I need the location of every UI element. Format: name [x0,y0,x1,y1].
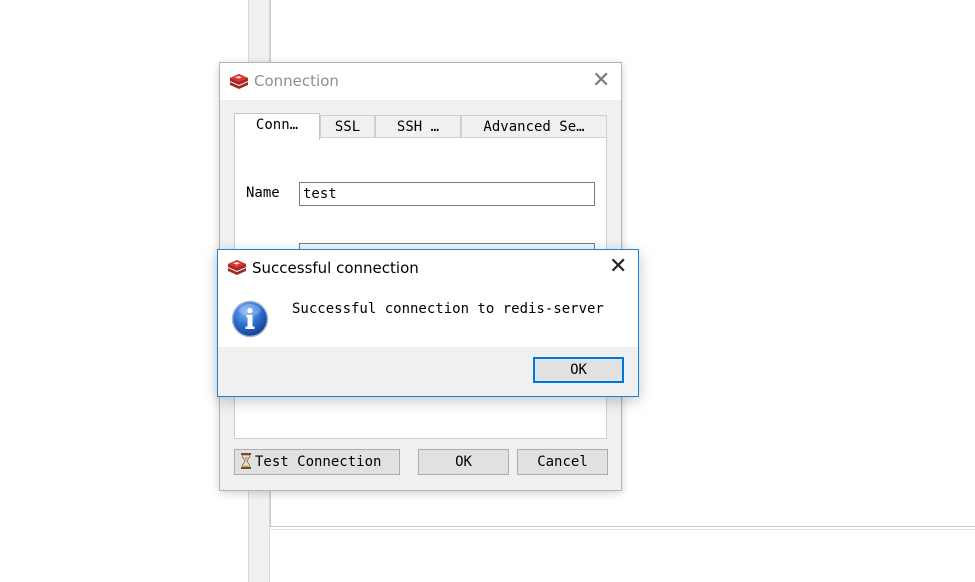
tab-ssh[interactable]: SSH … [375,115,461,138]
success-dialog-footer: OK [218,347,638,396]
connection-window-title: Connection [254,72,339,90]
tab-advanced-settings[interactable]: Advanced Se… [461,115,607,138]
connection-titlebar: Connection ✕ [220,63,621,100]
connection-cancel-button[interactable]: Cancel [517,449,608,475]
name-input[interactable] [299,182,595,206]
success-dialog-title: Successful connection [252,259,419,277]
test-connection-button[interactable]: Test Connection [234,449,400,475]
connection-ok-button[interactable]: OK [418,449,509,475]
redis-logo-icon [229,73,249,91]
test-connection-label: Test Connection [255,454,382,470]
success-message: Successful connection to redis-server [292,301,604,317]
tab-connection[interactable]: Conn… [234,113,320,140]
connection-close-icon[interactable]: ✕ [592,70,610,92]
success-dialog-titlebar: Successful connection ✕ [218,250,638,286]
info-icon [231,300,269,338]
background-divider-horizontal-2 [270,529,975,530]
redis-logo-icon [227,259,247,277]
background-divider-horizontal [270,526,975,527]
success-ok-button[interactable]: OK [533,357,624,383]
success-dialog: Successful connection ✕ Successful conne… [217,249,639,397]
hourglass-icon [241,453,251,477]
name-label: Name [246,185,280,201]
success-dialog-close-icon[interactable]: ✕ [609,256,627,278]
tab-ssl[interactable]: SSL [320,115,375,138]
